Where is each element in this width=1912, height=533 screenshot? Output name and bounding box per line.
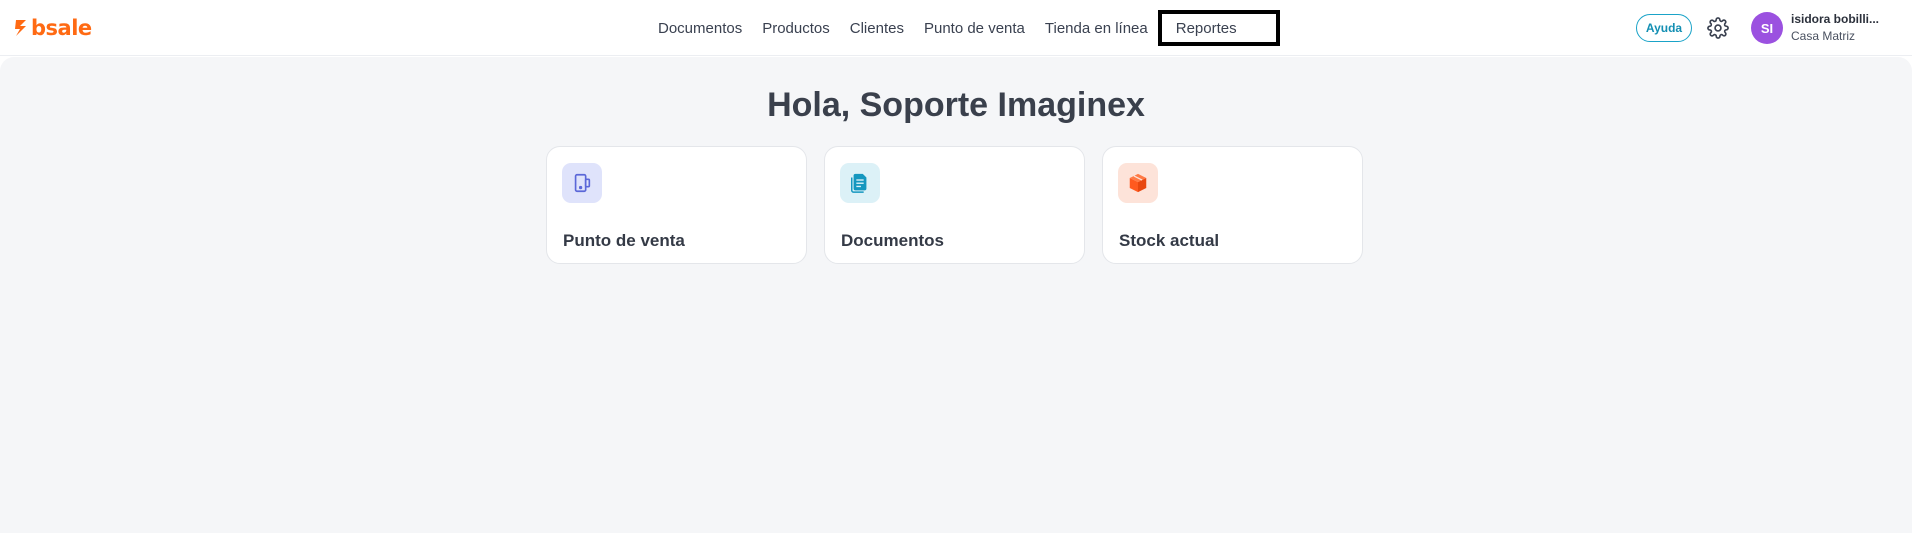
card-icon-container (562, 163, 602, 203)
bsale-logo[interactable]: bsale (14, 16, 92, 40)
settings-button[interactable] (1706, 16, 1730, 40)
logo-text: bsale (31, 16, 92, 40)
nav-item-reportes[interactable]: Reportes (1157, 10, 1280, 46)
bsale-logo-icon (15, 20, 26, 36)
page-title: Hola, Soporte Imaginex (767, 86, 1145, 124)
main-content (0, 57, 1912, 533)
nav-item-punto-de-venta[interactable]: Punto de venta (914, 10, 1035, 46)
card-icon-container (1118, 163, 1158, 203)
card-icon-container (840, 163, 880, 203)
nav-item-tienda-en-linea[interactable]: Tienda en línea (1035, 10, 1158, 46)
user-avatar[interactable]: SI (1751, 12, 1783, 44)
card-title: Documentos (841, 231, 944, 250)
card-documentos[interactable]: Documentos (824, 146, 1085, 264)
nav-item-productos[interactable]: Productos (752, 10, 840, 46)
user-name[interactable]: isidora bobilli... (1791, 12, 1901, 26)
nav-item-documentos[interactable]: Documentos (648, 10, 752, 46)
card-title: Stock actual (1119, 231, 1220, 250)
card-title: Punto de venta (563, 231, 685, 250)
top-navigation-bar: bsale Documentos Productos Clientes Punt… (0, 0, 1912, 56)
nav-item-clientes[interactable]: Clientes (840, 10, 914, 46)
box-icon (1129, 173, 1147, 193)
help-button[interactable]: Ayuda (1636, 14, 1692, 42)
user-branch: Casa Matriz (1791, 29, 1856, 43)
document-icon (851, 173, 867, 193)
main-nav: Documentos Productos Clientes Punto de v… (648, 10, 1280, 46)
pos-terminal-icon (574, 173, 591, 193)
gear-icon (1707, 17, 1729, 39)
card-stock-actual[interactable]: Stock actual (1102, 146, 1363, 264)
card-punto-de-venta[interactable]: Punto de venta (546, 146, 807, 264)
